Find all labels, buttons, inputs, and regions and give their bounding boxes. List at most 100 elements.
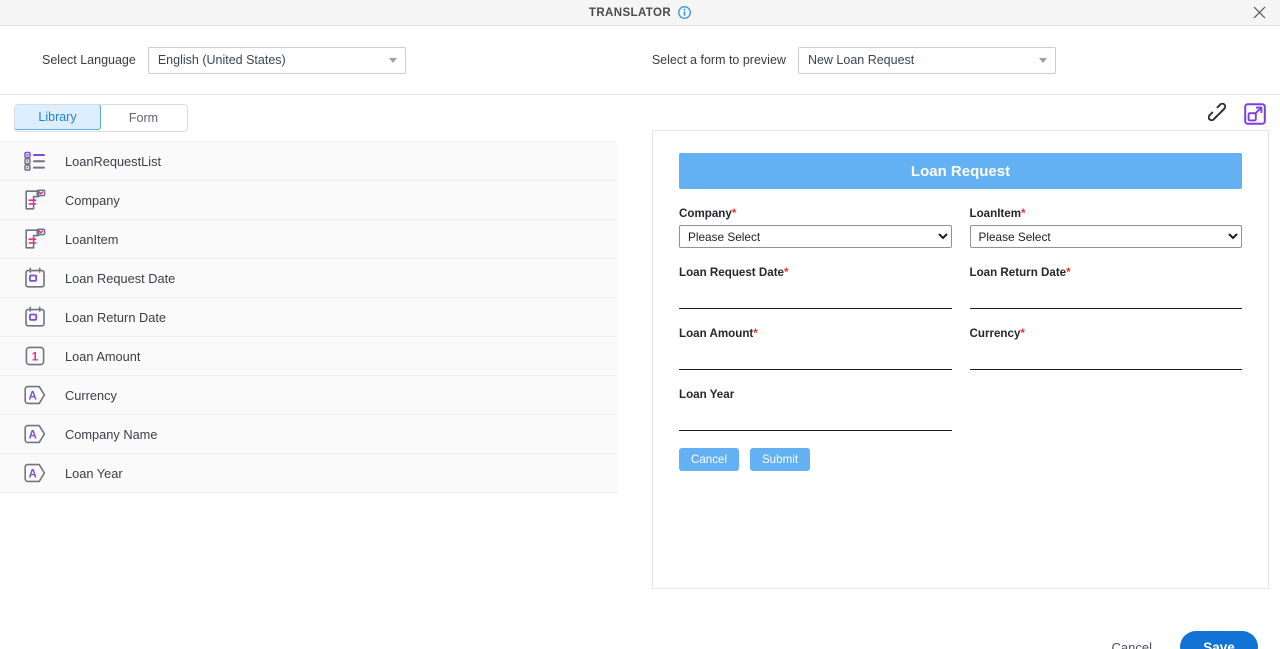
chevron-down-icon <box>1038 57 1047 63</box>
link-icon[interactable] <box>1208 103 1230 125</box>
list-item-label: Currency <box>65 387 117 403</box>
form-field-label-text: Company <box>679 207 732 220</box>
form-field-label-text: Loan Year <box>679 388 735 401</box>
page-title: TRANSLATOR <box>588 6 672 19</box>
text-icon: A <box>22 382 48 408</box>
form-field-label: Currency* <box>970 327 1243 340</box>
calendar-icon <box>22 265 48 291</box>
list-item-label: Loan Amount <box>65 348 141 364</box>
form-cancel-button[interactable]: Cancel <box>679 448 739 471</box>
form-submit-button[interactable]: Submit <box>750 448 810 471</box>
svg-text:A: A <box>28 468 36 480</box>
selector-row: Select Language English (United States) … <box>0 26 1280 95</box>
required-asterisk: * <box>1066 266 1071 279</box>
required-asterisk: * <box>784 266 789 279</box>
form-field-label: LoanItem* <box>970 207 1243 220</box>
save-button[interactable]: Save <box>1180 631 1258 649</box>
library-pane: Library Form LoanRequestList Company Loa… <box>0 95 640 619</box>
form-field-label: Loan Request Date* <box>679 266 952 279</box>
form-field-input[interactable] <box>969 345 1242 370</box>
list-item[interactable]: Loan Return Date <box>0 298 617 337</box>
form-field: Currency* <box>969 327 1243 370</box>
form-field-select[interactable]: Please Select <box>969 225 1242 248</box>
required-asterisk: * <box>1021 207 1026 220</box>
form-field-label: Loan Year <box>679 388 952 401</box>
form-field-label: Loan Return Date* <box>970 266 1243 279</box>
form-preview-body: Loan Request Company* Please Select LoanIt… <box>653 131 1268 471</box>
select-form-dropdown[interactable]: New Loan Request <box>797 46 1056 74</box>
expand-icon[interactable] <box>1244 103 1266 125</box>
form-field: Loan Return Date* <box>969 266 1243 309</box>
tab-library[interactable]: Library <box>15 105 101 130</box>
library-list: LoanRequestList Company LoanItem Loan Re… <box>0 141 617 493</box>
form-field-label: Company* <box>679 207 952 220</box>
form-field-input[interactable] <box>679 406 952 431</box>
tab-form[interactable]: Form <box>100 105 187 131</box>
list-item[interactable]: A Company Name <box>0 415 617 454</box>
form-preview-selector-group: Select a form to preview New Loan Reques… <box>651 46 1056 74</box>
list-item[interactable]: LoanRequestList <box>0 142 617 181</box>
form-field: Company* Please Select <box>679 207 952 248</box>
form-field-label: Loan Amount* <box>679 327 952 340</box>
text-icon: A <box>22 421 48 447</box>
list-item-label: Company <box>65 192 120 208</box>
list-item[interactable]: Loan Request Date <box>0 259 617 298</box>
required-asterisk: * <box>731 207 737 220</box>
list-item-label: Loan Year <box>65 465 123 481</box>
select-form-label: Select a form to preview <box>651 53 786 67</box>
list-icon <box>22 148 48 174</box>
form-field-input[interactable] <box>679 284 952 309</box>
svg-text:A: A <box>28 429 36 441</box>
select-language-label: Select Language <box>42 53 136 67</box>
list-item-label: Company Name <box>65 426 158 442</box>
list-item[interactable]: LoanItem <box>0 220 617 259</box>
main-content: Library Form LoanRequestList Company Loa… <box>0 95 1280 619</box>
cancel-button[interactable]: Cancel <box>1106 639 1158 649</box>
form-field: LoanItem* Please Select <box>969 207 1243 248</box>
form-field-input[interactable] <box>679 345 952 370</box>
required-asterisk: * <box>753 327 758 340</box>
list-item[interactable]: A Currency <box>0 376 617 415</box>
form-preview-card: Loan Request Company* Please Select LoanIt… <box>652 130 1269 589</box>
preview-pane: Loan Request Company* Please Select LoanIt… <box>640 95 1280 619</box>
form-field-label-text: Loan Amount <box>679 327 754 340</box>
list-item-label: Loan Return Date <box>65 309 167 325</box>
chevron-down-icon <box>388 57 397 63</box>
dropdown-icon <box>22 226 48 252</box>
window-title-bar: TRANSLATOR <box>0 0 1280 26</box>
list-item-label: Loan Request Date <box>65 270 176 286</box>
number-icon: 1 <box>22 343 48 369</box>
list-item-label: LoanRequestList <box>65 153 162 169</box>
svg-text:A: A <box>28 390 36 402</box>
dialog-footer: Cancel Save <box>0 619 1280 649</box>
list-item[interactable]: 1 Loan Amount <box>0 337 617 376</box>
form-field-select[interactable]: Please Select <box>679 225 952 248</box>
form-fields-grid: Company* Please Select LoanItem* Please Sel… <box>679 189 1242 431</box>
select-form-value: New Loan Request <box>807 53 915 67</box>
form-field: Loan Request Date* <box>679 266 952 309</box>
text-icon: A <box>22 460 48 486</box>
list-item[interactable]: A Loan Year <box>0 454 617 493</box>
select-language-dropdown[interactable]: English (United States) <box>147 46 406 74</box>
pane-tabs: Library Form <box>14 104 188 132</box>
form-field-label-text: LoanItem <box>969 207 1022 220</box>
svg-text:1: 1 <box>32 352 39 364</box>
calendar-icon <box>22 304 48 330</box>
info-circle-icon[interactable] <box>678 6 692 19</box>
pane-toolbar <box>1208 103 1266 125</box>
list-item[interactable]: Company <box>0 181 617 220</box>
form-action-buttons: Cancel Submit <box>679 448 1242 471</box>
list-item-label: LoanItem <box>65 231 119 247</box>
form-field-label-text: Currency <box>969 327 1021 340</box>
close-icon[interactable] <box>1250 4 1268 22</box>
form-banner-title: Loan Request <box>679 153 1242 189</box>
select-language-value: English (United States) <box>157 53 286 67</box>
required-asterisk: * <box>1020 327 1025 340</box>
dropdown-icon <box>22 187 48 213</box>
form-field-input[interactable] <box>969 284 1242 309</box>
language-selector-group: Select Language English (United States) <box>42 46 406 74</box>
form-field: Loan Amount* <box>679 327 952 370</box>
form-field-label-text: Loan Request Date <box>679 266 785 279</box>
form-field-label-text: Loan Return Date <box>969 266 1067 279</box>
form-field: Loan Year <box>679 388 952 431</box>
